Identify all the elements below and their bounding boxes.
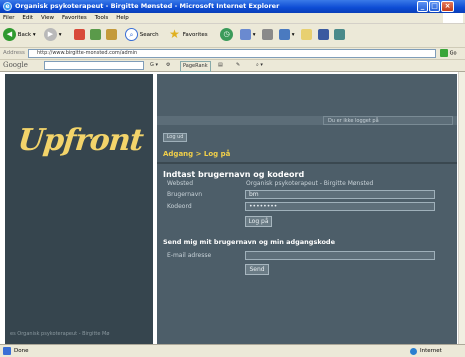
email-input[interactable] [245, 251, 435, 260]
back-arrow-icon: ◀ [3, 28, 16, 41]
address-input[interactable]: http://www.birgitte-monsted.com/admin [28, 49, 436, 58]
forward-button[interactable]: ▶ ▾ [44, 28, 62, 43]
edit-button[interactable]: ▾ [279, 28, 295, 43]
sidebar [5, 74, 153, 344]
standard-toolbar: ◀ Back ▾ ▶ ▾ ⌕ Search ★ Favorites ◷ ▾ ▾ [0, 24, 465, 48]
status-text: Done [14, 348, 29, 354]
window-title: Organisk psykoterapeut - Birgitte Mønste… [15, 2, 280, 10]
google-toolbar: Google G ▾ ⚙ PageRank ▤ ✎ ⌕ ▾ [0, 60, 465, 72]
window-titlebar[interactable]: e Organisk psykoterapeut - Birgitte Møns… [0, 0, 465, 13]
search-button[interactable]: ⌕ Search [125, 28, 159, 43]
menu-bar: Filer Edit View Favorites Tools Help [0, 13, 465, 24]
url-text: http://www.birgitte-monsted.com/admin [37, 50, 138, 56]
search-label: Search [139, 32, 159, 38]
favorites-button[interactable]: ★ Favorites [168, 28, 208, 43]
login-status: Du er ikke logget på [323, 116, 453, 125]
research-icon [334, 29, 345, 40]
folder-icon [301, 29, 312, 40]
back-label: Back [17, 32, 32, 38]
menu-help[interactable]: Help [113, 13, 132, 23]
password-input[interactable]: •••••••• [245, 202, 435, 211]
logout-button[interactable]: Log ud [163, 133, 187, 142]
maximize-button[interactable]: □ [429, 1, 440, 12]
windows-logo-icon [443, 13, 463, 23]
stop-button[interactable] [74, 28, 85, 43]
vertical-scrollbar[interactable] [458, 72, 465, 344]
upfront-logo: Upfront [16, 123, 145, 158]
star-icon: ★ [168, 27, 181, 41]
menu-edit[interactable]: Edit [19, 13, 36, 23]
go-label: Go [449, 50, 457, 57]
sidebar-footer-text: es Organisk psykoterapeut - Birgitte Mø [10, 331, 110, 337]
print-icon [262, 29, 273, 40]
username-input[interactable]: bm [245, 190, 435, 199]
refresh-icon [90, 29, 101, 40]
messenger-button[interactable] [318, 28, 329, 43]
internet-zone-icon [410, 348, 417, 355]
login-button[interactable]: Log på [245, 216, 272, 227]
login-form-title: Indtast brugernavn og kodeord [163, 170, 305, 179]
back-button[interactable]: ◀ Back ▾ [3, 28, 36, 43]
send-button[interactable]: Send [245, 264, 269, 275]
address-label: Address [3, 50, 25, 56]
history-icon: ◷ [220, 28, 233, 41]
password-value: •••••••• [249, 203, 278, 210]
highlight-icon[interactable]: ✎ [236, 61, 240, 70]
pagerank-button[interactable]: PageRank [180, 61, 211, 72]
username-value: bm [249, 191, 259, 198]
mail-icon [240, 29, 251, 40]
print-button[interactable] [262, 28, 273, 43]
go-button[interactable]: Go [440, 49, 462, 58]
blocker-icon[interactable]: ▤ [218, 61, 223, 70]
favorites-label: Favorites [182, 32, 208, 38]
google-search-icon[interactable]: G ▾ [150, 61, 158, 70]
forward-arrow-icon: ▶ [44, 28, 57, 41]
google-search-input[interactable] [44, 61, 144, 70]
menu-file[interactable]: Filer [0, 13, 17, 23]
breadcrumb: Adgang > Log på [163, 150, 231, 158]
page-done-icon [3, 347, 11, 355]
home-button[interactable] [106, 28, 117, 43]
site-label: Websted [167, 180, 194, 187]
minimize-button[interactable]: _ [417, 1, 428, 12]
google-options-icon[interactable]: ⚙ [166, 61, 170, 70]
menu-tools[interactable]: Tools [92, 13, 112, 23]
google-logo[interactable]: Google [3, 61, 28, 70]
password-label: Kodeord [167, 203, 192, 210]
search-highlight-icon[interactable]: ⌕ ▾ [256, 61, 263, 70]
send-credentials-title: Send mig mit brugernavn og min adgangsko… [163, 238, 335, 246]
edit-icon [279, 29, 290, 40]
messenger-icon [318, 29, 329, 40]
username-label: Brugernavn [167, 191, 203, 198]
email-label: E-mail adresse [167, 252, 212, 259]
discuss-button[interactable] [301, 28, 312, 43]
status-bar: Done Internet [0, 344, 465, 357]
search-icon: ⌕ [125, 28, 138, 41]
close-button[interactable]: × [441, 1, 454, 12]
divider [157, 162, 457, 164]
stop-icon [74, 29, 85, 40]
menu-favorites[interactable]: Favorites [59, 13, 90, 23]
zone-text: Internet [420, 348, 442, 354]
mail-button[interactable]: ▾ [240, 28, 256, 43]
home-icon [106, 29, 117, 40]
ie-icon: e [3, 2, 12, 11]
site-value: Organisk psykoterapeut - Birgitte Mønste… [246, 180, 374, 187]
history-button[interactable]: ◷ [220, 28, 233, 43]
refresh-button[interactable] [90, 28, 101, 43]
research-button[interactable] [334, 28, 345, 43]
address-bar: Address http://www.birgitte-monsted.com/… [0, 48, 465, 60]
menu-view[interactable]: View [38, 13, 57, 23]
go-arrow-icon [440, 49, 448, 57]
